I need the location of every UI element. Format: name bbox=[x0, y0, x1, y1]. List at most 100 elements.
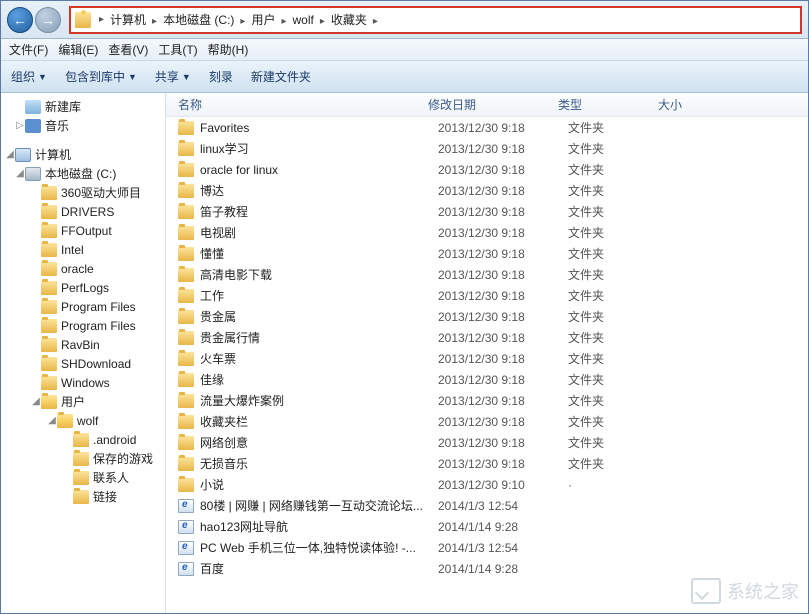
tree-expander-icon[interactable]: ◢ bbox=[5, 149, 15, 160]
tree-item[interactable]: ◢计算机 bbox=[1, 145, 165, 164]
file-name: 火车票 bbox=[200, 350, 438, 367]
computer-icon bbox=[15, 148, 31, 162]
tree-label: 链接 bbox=[93, 488, 117, 505]
file-row[interactable]: Favorites2013/12/30 9:18文件夹 bbox=[166, 117, 808, 138]
tree-item[interactable]: SHDownload bbox=[1, 354, 165, 373]
folder-tree[interactable]: 新建库▷音乐 ◢计算机◢本地磁盘 (C:)360驱动大师目DRIVERSFFOut… bbox=[1, 93, 166, 613]
folder-icon bbox=[41, 186, 57, 200]
tree-label: SHDownload bbox=[61, 357, 131, 371]
file-type: 文件夹 bbox=[568, 161, 668, 178]
file-row[interactable]: 高清电影下载2013/12/30 9:18文件夹 bbox=[166, 264, 808, 285]
breadcrumb-item[interactable]: 收藏夹 bbox=[329, 11, 369, 29]
breadcrumb-item[interactable]: 用户 bbox=[249, 11, 277, 29]
file-row[interactable]: 佳缘2013/12/30 9:18文件夹 bbox=[166, 369, 808, 390]
folder-icon bbox=[41, 376, 57, 390]
file-row[interactable]: 贵金属行情2013/12/30 9:18文件夹 bbox=[166, 327, 808, 348]
share-button[interactable]: 共享▼ bbox=[155, 68, 191, 85]
file-row[interactable]: 收藏夹栏2013/12/30 9:18文件夹 bbox=[166, 411, 808, 432]
tree-item[interactable]: 联系人 bbox=[1, 468, 165, 487]
file-row[interactable]: 小说2013/12/30 9:10· bbox=[166, 474, 808, 495]
tree-item[interactable]: .android bbox=[1, 430, 165, 449]
breadcrumb-item[interactable]: 本地磁盘 (C:) bbox=[161, 11, 236, 29]
file-row[interactable]: oracle for linux2013/12/30 9:18文件夹 bbox=[166, 159, 808, 180]
tree-item[interactable]: 360驱动大师目 bbox=[1, 183, 165, 202]
column-name[interactable]: 名称 bbox=[166, 96, 422, 113]
folder-icon bbox=[41, 357, 57, 371]
forward-button[interactable]: → bbox=[35, 7, 61, 33]
file-row[interactable]: 百度2014/1/14 9:28 bbox=[166, 558, 808, 579]
file-row[interactable]: 火车票2013/12/30 9:18文件夹 bbox=[166, 348, 808, 369]
tree-item[interactable]: PerfLogs bbox=[1, 278, 165, 297]
file-date: 2013/12/30 9:18 bbox=[438, 289, 568, 303]
file-type: 文件夹 bbox=[568, 329, 668, 346]
file-row[interactable]: 电视剧2013/12/30 9:18文件夹 bbox=[166, 222, 808, 243]
folder-icon bbox=[178, 373, 194, 387]
file-name: 佳缘 bbox=[200, 371, 438, 388]
tree-item[interactable]: Program Files bbox=[1, 297, 165, 316]
file-row[interactable]: 博达2013/12/30 9:18文件夹 bbox=[166, 180, 808, 201]
file-name: 笛子教程 bbox=[200, 203, 438, 220]
menu-tools[interactable]: 工具(T) bbox=[158, 41, 197, 58]
back-button[interactable]: ← bbox=[7, 7, 33, 33]
file-list[interactable]: Favorites2013/12/30 9:18文件夹linux学习2013/1… bbox=[166, 117, 808, 613]
tree-item[interactable]: Intel bbox=[1, 240, 165, 259]
tree-item[interactable]: ◢wolf bbox=[1, 411, 165, 430]
file-row[interactable]: 流量大爆炸案例2013/12/30 9:18文件夹 bbox=[166, 390, 808, 411]
tree-item[interactable]: ◢用户 bbox=[1, 392, 165, 411]
file-row[interactable]: 无损音乐2013/12/30 9:18文件夹 bbox=[166, 453, 808, 474]
new-folder-button[interactable]: 新建文件夹 bbox=[251, 68, 311, 85]
chevron-right-icon: ▸ bbox=[373, 16, 378, 27]
file-row[interactable]: PC Web 手机三位一体,独特悦读体验! -...2014/1/3 12:54 bbox=[166, 537, 808, 558]
tree-label: PerfLogs bbox=[61, 281, 109, 295]
tree-item[interactable]: ▷音乐 bbox=[1, 116, 165, 135]
breadcrumb-item[interactable]: wolf bbox=[290, 11, 315, 29]
menu-edit[interactable]: 编辑(E) bbox=[58, 41, 98, 58]
tree-item[interactable]: 链接 bbox=[1, 487, 165, 506]
file-row[interactable]: hao123网址导航2014/1/14 9:28 bbox=[166, 516, 808, 537]
burn-button[interactable]: 刻录 bbox=[209, 68, 233, 85]
column-type[interactable]: 类型 bbox=[552, 96, 652, 113]
main-area: 新建库▷音乐 ◢计算机◢本地磁盘 (C:)360驱动大师目DRIVERSFFOut… bbox=[1, 93, 808, 613]
tree-item[interactable]: 新建库 bbox=[1, 97, 165, 116]
tree-item[interactable]: 保存的游戏 bbox=[1, 449, 165, 468]
file-row[interactable]: linux学习2013/12/30 9:18文件夹 bbox=[166, 138, 808, 159]
tree-expander-icon[interactable]: ▷ bbox=[15, 120, 25, 131]
tree-item[interactable]: oracle bbox=[1, 259, 165, 278]
folder-icon bbox=[178, 121, 194, 135]
chevron-down-icon: ▼ bbox=[38, 72, 47, 82]
file-row[interactable]: 笛子教程2013/12/30 9:18文件夹 bbox=[166, 201, 808, 222]
menu-bar: 文件(F) 编辑(E) 查看(V) 工具(T) 帮助(H) bbox=[1, 39, 808, 61]
organize-button[interactable]: 组织▼ bbox=[11, 68, 47, 85]
tree-item[interactable]: RavBin bbox=[1, 335, 165, 354]
folder-icon bbox=[73, 452, 89, 466]
file-row[interactable]: 网络创意2013/12/30 9:18文件夹 bbox=[166, 432, 808, 453]
file-type: 文件夹 bbox=[568, 266, 668, 283]
breadcrumb-item[interactable]: 计算机 bbox=[108, 11, 148, 29]
file-type: · bbox=[568, 478, 668, 492]
folder-icon bbox=[178, 163, 194, 177]
file-row[interactable]: 80楼 | 网赚 | 网络赚钱第一互动交流论坛...2014/1/3 12:54 bbox=[166, 495, 808, 516]
column-size[interactable]: 大小 bbox=[652, 96, 732, 113]
breadcrumb[interactable]: ▸ 计算机▸本地磁盘 (C:)▸用户▸wolf▸收藏夹▸ bbox=[69, 6, 802, 34]
file-date: 2013/12/30 9:18 bbox=[438, 352, 568, 366]
tree-item[interactable]: ◢本地磁盘 (C:) bbox=[1, 164, 165, 183]
file-row[interactable]: 懂懂2013/12/30 9:18文件夹 bbox=[166, 243, 808, 264]
menu-help[interactable]: 帮助(H) bbox=[208, 41, 249, 58]
menu-view[interactable]: 查看(V) bbox=[108, 41, 148, 58]
tree-expander-icon[interactable]: ◢ bbox=[15, 168, 25, 179]
tree-item[interactable]: Program Files bbox=[1, 316, 165, 335]
include-library-button[interactable]: 包含到库中▼ bbox=[65, 68, 137, 85]
tree-expander-icon[interactable]: ◢ bbox=[47, 415, 57, 426]
column-date[interactable]: 修改日期 bbox=[422, 96, 552, 113]
tree-item[interactable]: FFOutput bbox=[1, 221, 165, 240]
file-row[interactable]: 工作2013/12/30 9:18文件夹 bbox=[166, 285, 808, 306]
tree-expander-icon[interactable]: ◢ bbox=[31, 396, 41, 407]
file-type: 文件夹 bbox=[568, 182, 668, 199]
file-name: 懂懂 bbox=[200, 245, 438, 262]
file-row[interactable]: 贵金属2013/12/30 9:18文件夹 bbox=[166, 306, 808, 327]
tree-item[interactable]: Windows bbox=[1, 373, 165, 392]
url-icon bbox=[178, 499, 194, 513]
tree-item[interactable]: DRIVERS bbox=[1, 202, 165, 221]
file-date: 2013/12/30 9:18 bbox=[438, 457, 568, 471]
menu-file[interactable]: 文件(F) bbox=[9, 41, 48, 58]
